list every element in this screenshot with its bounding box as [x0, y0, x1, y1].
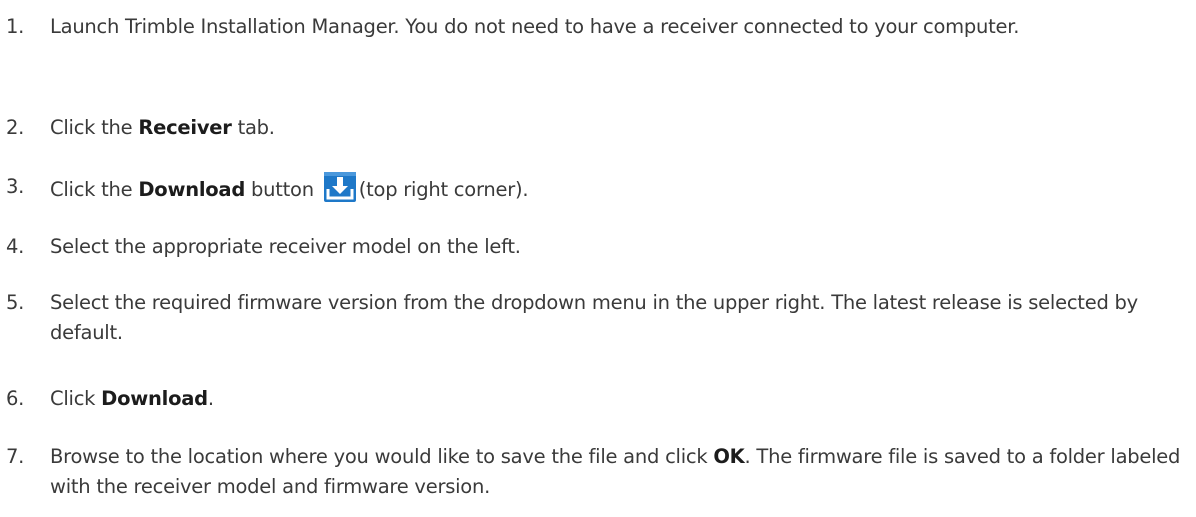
- step-text: Select the required firmware version fro…: [50, 291, 1138, 344]
- download-icon: [323, 172, 356, 202]
- step-5: 5. Select the required firmware version …: [0, 288, 1190, 348]
- step-3: 3. Click the Download button (top right …: [0, 172, 1190, 205]
- step-text: Click Download.: [50, 387, 214, 410]
- step-text: Click the Download button (top right cor…: [50, 172, 1190, 205]
- receiver-tab-reference: Receiver: [138, 116, 232, 139]
- download-button-reference: Download: [138, 178, 246, 201]
- step-number: 5.: [6, 291, 25, 314]
- ok-reference: OK: [713, 445, 745, 468]
- step-2: 2. Click the Receiver tab.: [0, 113, 1190, 143]
- step-number: 2.: [6, 116, 25, 139]
- step-number: 1.: [6, 15, 25, 38]
- step-text: Select the appropriate receiver model on…: [50, 235, 521, 258]
- step-1: 1. Launch Trimble Installation Manager. …: [0, 12, 1190, 42]
- instruction-steps: 1. Launch Trimble Installation Manager. …: [0, 0, 1196, 517]
- step-number: 3.: [6, 175, 25, 198]
- step-number: 7.: [6, 445, 25, 468]
- step-number: 6.: [6, 387, 25, 410]
- step-4: 4. Select the appropriate receiver model…: [0, 232, 1190, 262]
- step-text: Browse to the location where you would l…: [50, 445, 1181, 498]
- step-text: Launch Trimble Installation Manager. You…: [50, 15, 1020, 38]
- step-text: Click the Receiver tab.: [50, 116, 275, 139]
- step-6: 6. Click Download.: [0, 384, 1190, 414]
- step-number: 4.: [6, 235, 25, 258]
- step-7: 7. Browse to the location where you woul…: [0, 442, 1190, 502]
- download-reference: Download: [101, 387, 208, 410]
